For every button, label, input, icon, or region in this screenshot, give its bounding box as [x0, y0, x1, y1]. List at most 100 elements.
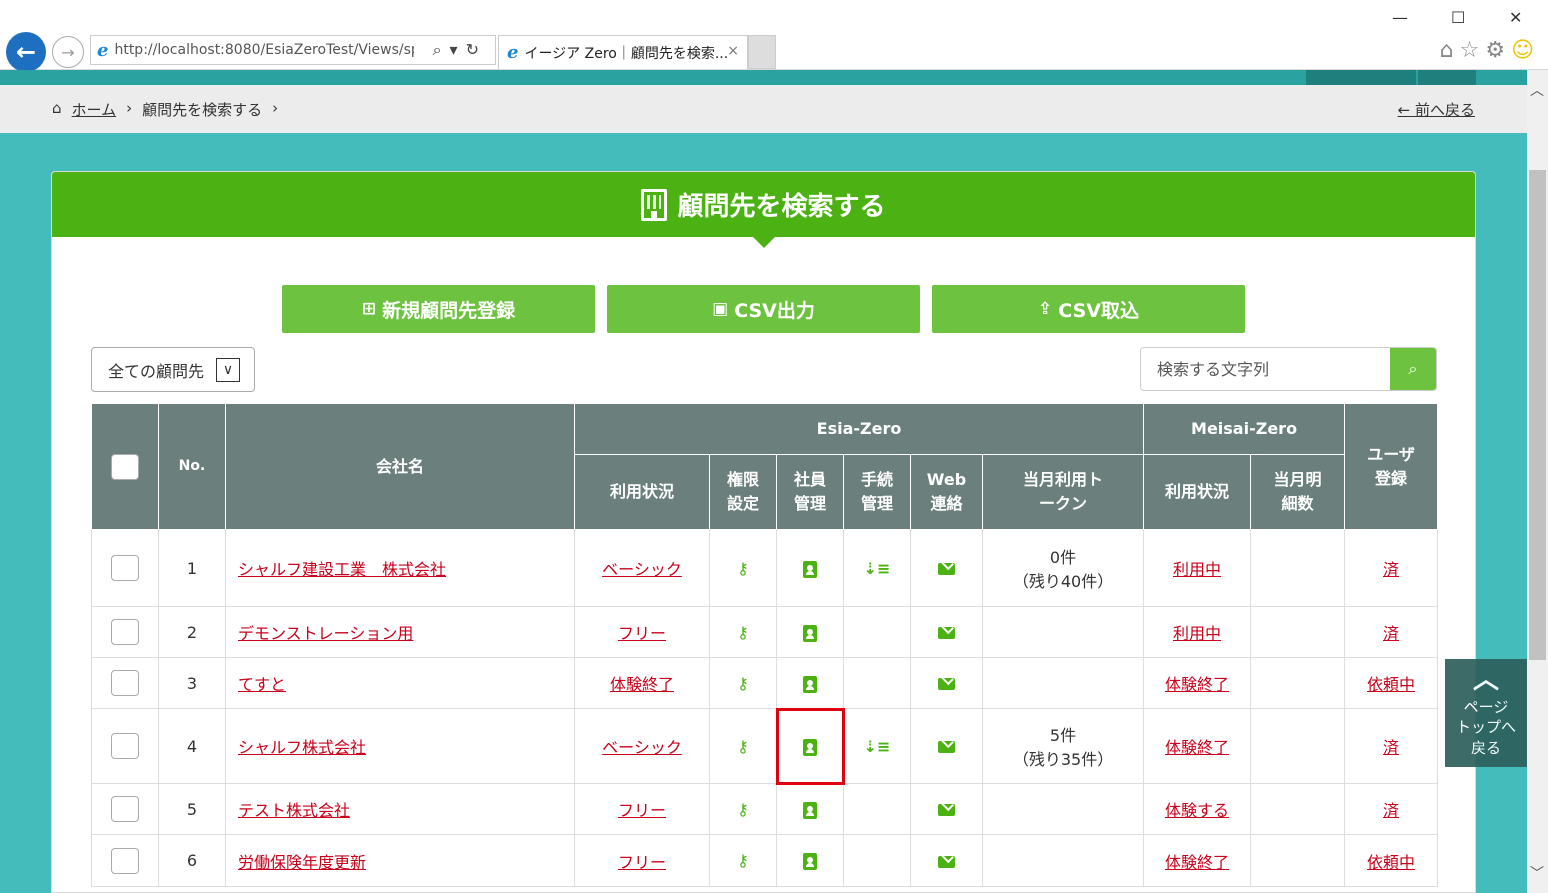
meisai-usage-link[interactable]: 利用中 — [1173, 624, 1221, 643]
row-checkbox[interactable] — [111, 847, 139, 874]
search-panel: 顧問先を検索する ⊞ 新規顧問先登録 ▣ CSV出力 ⇪ CSV取込 全ての顧問… — [51, 171, 1476, 893]
mail-icon[interactable] — [938, 804, 955, 816]
company-link[interactable]: 労働保険年度更新 — [238, 853, 366, 872]
back-arrow-icon[interactable]: ← — [6, 32, 46, 72]
select-all-checkbox[interactable] — [111, 453, 139, 480]
company-link[interactable]: シャルフ株式会社 — [238, 738, 366, 757]
company-link[interactable]: デモンストレーション用 — [238, 624, 413, 643]
new-client-button[interactable]: ⊞ 新規顧問先登録 — [282, 285, 595, 333]
table-row: 4 シャルフ株式会社 ベーシック ⚷ ⇣≡ 5件 （残り35件） 体験終了 済 — [91, 707, 1439, 785]
procedure-cell — [843, 834, 911, 887]
contact-book-icon[interactable] — [803, 738, 817, 756]
usage-link[interactable]: フリー — [618, 624, 666, 643]
user-reg-link[interactable]: 済 — [1383, 801, 1399, 820]
row-checkbox[interactable] — [111, 796, 139, 822]
contact-book-icon[interactable] — [803, 560, 817, 578]
new-tab-button[interactable] — [748, 35, 776, 69]
token-cell: 0件 （残り40件） — [981, 529, 1145, 607]
user-reg-link[interactable]: 済 — [1383, 560, 1399, 579]
key-icon[interactable]: ⚷ — [737, 851, 749, 870]
company-link[interactable]: てすと — [238, 675, 286, 694]
favorites-star-icon[interactable]: ☆ — [1460, 38, 1486, 63]
company-link[interactable]: テスト株式会社 — [238, 801, 350, 820]
key-icon[interactable]: ⚷ — [737, 800, 749, 819]
group-esia-zero: Esia-Zero — [573, 403, 1145, 455]
col-user-reg: ユーザ登録 — [1344, 403, 1439, 530]
row-checkbox[interactable] — [111, 670, 139, 696]
usage-link[interactable]: 体験終了 — [610, 675, 674, 694]
row-checkbox[interactable] — [111, 555, 139, 581]
page-top-button[interactable]: ︿ ページ トップへ 戻る — [1445, 659, 1527, 767]
usage-link[interactable]: ベーシック — [602, 738, 682, 757]
key-icon[interactable]: ⚷ — [737, 674, 749, 693]
user-reg-link[interactable]: 済 — [1383, 624, 1399, 643]
row-no: 5 — [158, 783, 226, 835]
chevron-down-icon[interactable]: ∨ — [216, 358, 240, 382]
client-filter-select[interactable]: 全ての顧問先 ∨ — [91, 347, 255, 392]
maximize-icon[interactable]: ☐ — [1451, 8, 1465, 27]
col-procedure: 手続管理 — [843, 454, 911, 530]
user-reg-link[interactable]: 依頼中 — [1367, 853, 1415, 872]
scroll-thumb[interactable] — [1529, 170, 1546, 660]
table-row: 2 デモンストレーション用 フリー ⚷ 利用中 済 — [91, 606, 1439, 658]
scroll-down-icon[interactable]: ﹀ — [1530, 863, 1544, 883]
address-bar[interactable]: e http://localhost:8080/EsiaZeroTest/Vie… — [90, 35, 496, 65]
company-link[interactable]: シャルフ建設工業 株式会社 — [238, 560, 446, 579]
contact-book-icon[interactable] — [803, 853, 817, 870]
home-icon[interactable]: ⌂ — [1440, 38, 1460, 63]
contact-book-icon[interactable] — [803, 801, 817, 819]
key-icon[interactable]: ⚷ — [737, 737, 749, 756]
address-actions[interactable]: ⌕▾↻ — [433, 40, 487, 60]
col-web: Web連絡 — [910, 454, 983, 530]
close-window-icon[interactable]: ✕ — [1509, 8, 1522, 27]
search-button[interactable]: ⌕ — [1390, 348, 1436, 390]
contact-book-icon[interactable] — [803, 675, 817, 693]
meisai-usage-link[interactable]: 体験終了 — [1165, 675, 1229, 694]
scrollbar[interactable]: ︿ ﹀ — [1527, 70, 1548, 893]
page-top-label-3: 戻る — [1470, 738, 1501, 757]
search-box: ⌕ — [1140, 347, 1437, 391]
meisai-usage-link[interactable]: 利用中 — [1173, 560, 1221, 579]
scroll-up-icon[interactable]: ︿ — [1530, 80, 1544, 100]
breadcrumb-home[interactable]: ホーム — [72, 99, 117, 120]
upload-icon: ⇪ — [1038, 299, 1053, 319]
col-token: 当月利用トークン — [981, 454, 1145, 530]
user-reg-link[interactable]: 依頼中 — [1367, 675, 1415, 694]
mail-icon[interactable] — [938, 855, 955, 868]
forward-arrow-icon[interactable]: → — [52, 36, 84, 68]
browser-chrome: — ☐ ✕ ← → e http://localhost:8080/EsiaZe… — [0, 0, 1548, 72]
mail-icon[interactable] — [938, 627, 955, 639]
meisai-usage-link[interactable]: 体験する — [1165, 801, 1229, 820]
mail-icon[interactable] — [938, 741, 955, 753]
feedback-smiley-icon[interactable]: ☺ — [1511, 38, 1540, 63]
procedure-list-icon[interactable]: ⇣≡ — [864, 737, 891, 756]
user-reg-link[interactable]: 済 — [1383, 738, 1399, 757]
key-icon[interactable]: ⚷ — [737, 623, 749, 642]
key-icon[interactable]: ⚷ — [737, 559, 749, 578]
mail-icon[interactable] — [938, 678, 955, 690]
usage-link[interactable]: フリー — [618, 801, 666, 820]
nav-tab-active[interactable] — [1306, 70, 1416, 85]
back-link[interactable]: ← 前へ戻る — [1398, 99, 1475, 120]
meisai-usage-link[interactable]: 体験終了 — [1165, 853, 1229, 872]
contact-book-icon[interactable] — [803, 624, 817, 642]
token-remaining: （残り35件） — [1012, 750, 1114, 769]
employee-cell-highlighted[interactable] — [775, 707, 845, 785]
address-url[interactable]: http://localhost:8080/EsiaZeroTest/Views… — [114, 42, 414, 58]
csv-import-button[interactable]: ⇪ CSV取込 — [932, 285, 1245, 333]
row-checkbox[interactable] — [111, 619, 139, 645]
meisai-usage-link[interactable]: 体験終了 — [1165, 738, 1229, 757]
mail-icon[interactable] — [938, 563, 955, 575]
procedure-list-icon[interactable]: ⇣≡ — [864, 559, 891, 578]
nav-tab[interactable] — [1418, 70, 1476, 85]
row-checkbox[interactable] — [111, 733, 139, 759]
settings-gear-icon[interactable]: ⚙ — [1485, 38, 1511, 63]
tab-close-icon[interactable]: × — [727, 43, 739, 59]
minimize-icon[interactable]: — — [1392, 8, 1408, 27]
col-web-label: Web連絡 — [926, 470, 967, 513]
search-input[interactable] — [1141, 348, 1390, 390]
usage-link[interactable]: フリー — [618, 853, 666, 872]
usage-link[interactable]: ベーシック — [602, 560, 682, 579]
csv-export-button[interactable]: ▣ CSV出力 — [607, 285, 920, 333]
browser-tab[interactable]: e イージア Zero｜顧問先を検索... × — [498, 35, 748, 69]
